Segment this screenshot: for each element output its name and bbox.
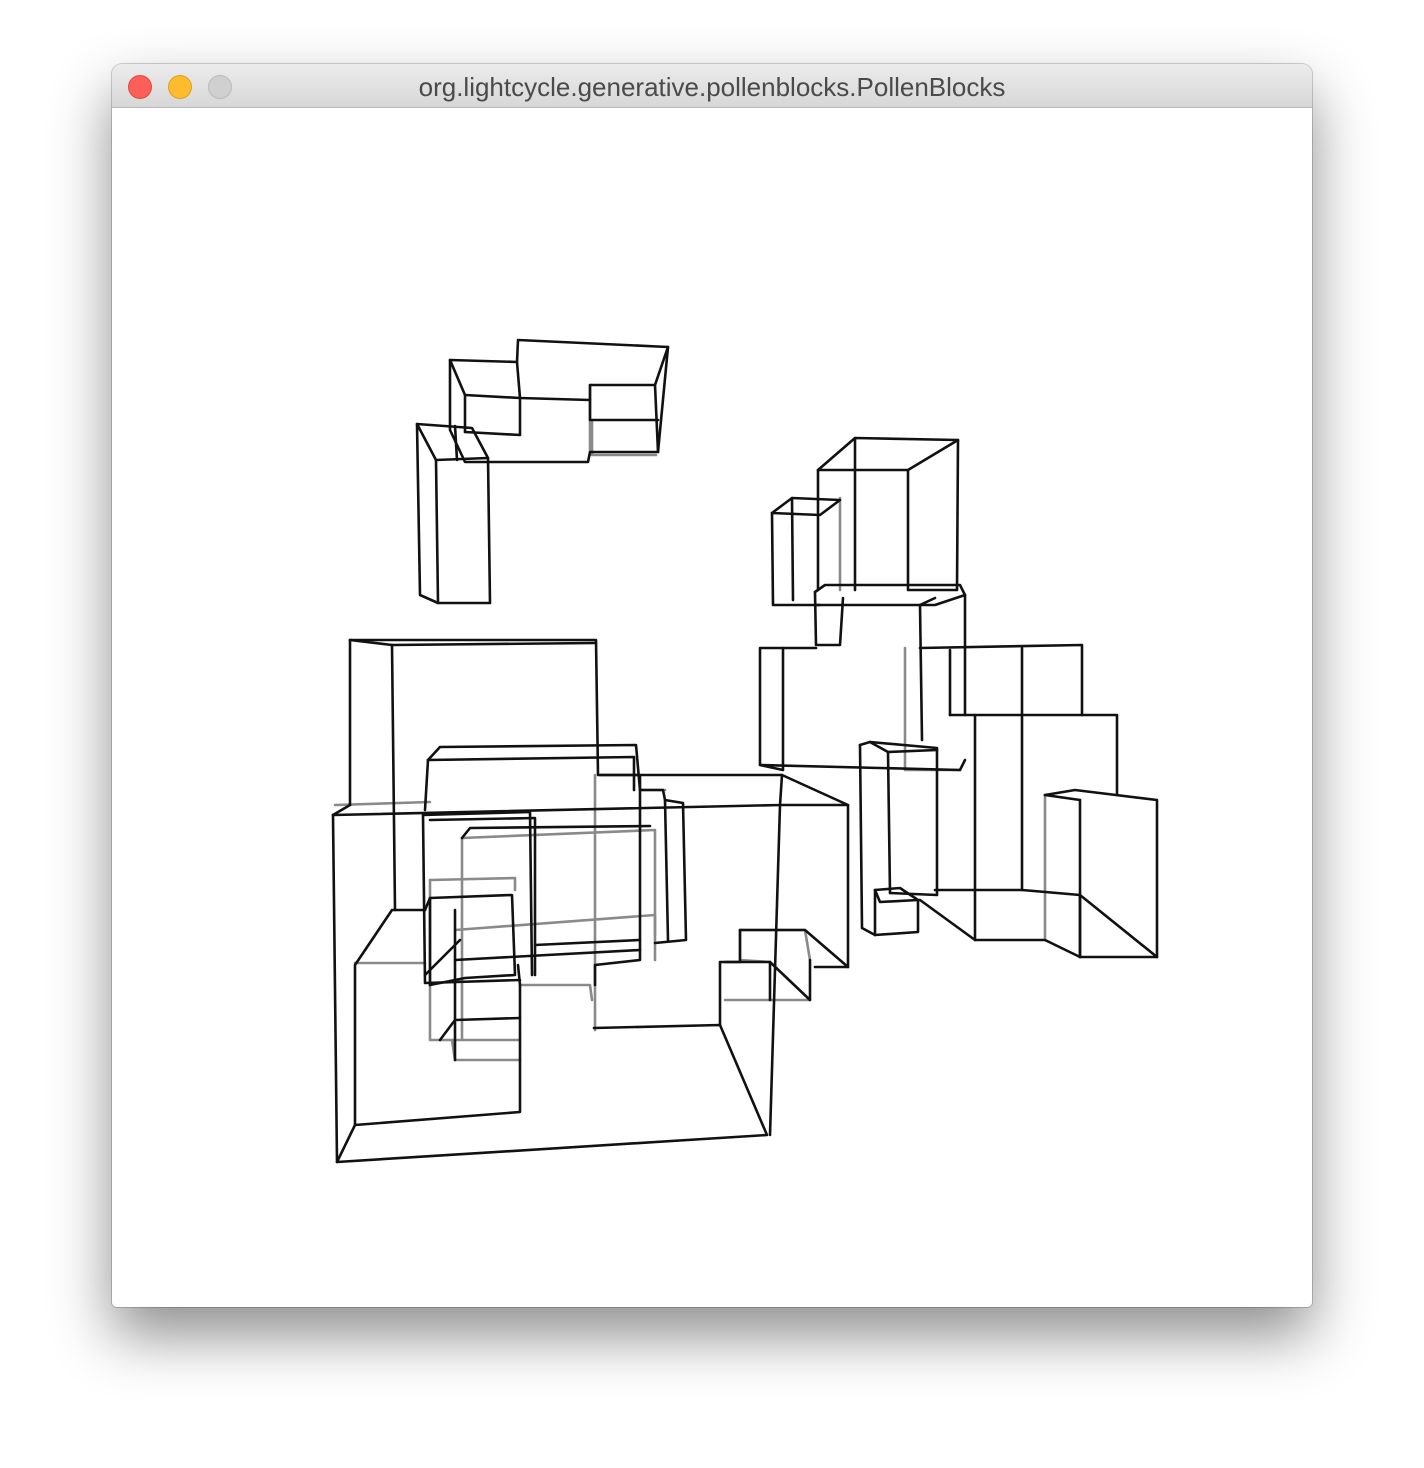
block-edge (918, 898, 977, 942)
block-edge (886, 748, 939, 754)
block-edge (718, 928, 742, 1027)
block-edge (415, 422, 492, 605)
block-edge (790, 496, 795, 602)
block-edge (886, 750, 892, 895)
block-edge (426, 755, 636, 792)
block-edge (390, 643, 397, 912)
block-edge (518, 983, 594, 1002)
block-edge (768, 958, 812, 1002)
block-edge (448, 338, 670, 464)
block-edge (453, 773, 642, 962)
block-edge (533, 938, 642, 947)
block-edge (758, 758, 967, 772)
wireframe-blocks (331, 338, 1159, 1164)
block-edge (434, 458, 440, 605)
block-edge (331, 813, 769, 1164)
block-edge (515, 345, 670, 402)
block-edge (588, 398, 660, 422)
block-edge (1043, 788, 1159, 959)
block-edge (1078, 893, 1159, 959)
block-edge (428, 876, 517, 892)
block-edge (1043, 793, 1082, 802)
block-edge (453, 913, 657, 937)
window-title: org.lightcycle.generative.pollenblocks.P… (418, 72, 1006, 102)
block-edge (770, 496, 842, 517)
block-edge (460, 836, 522, 1042)
block-edge (813, 583, 967, 607)
block-edge (453, 424, 459, 462)
block-edge (450, 1038, 522, 1062)
block-edge (723, 960, 772, 1002)
block-edge (738, 928, 772, 964)
block-edge (593, 948, 642, 987)
block-edge (758, 646, 785, 772)
block-edge (918, 643, 1084, 717)
block-edge (415, 422, 438, 462)
block-edge (918, 603, 924, 742)
block-edge (438, 1016, 522, 1042)
title-bar[interactable]: org.lightcycle.generative.pollenblocks.P… (112, 64, 1312, 108)
block-edge (590, 418, 658, 457)
block-edge (434, 456, 490, 462)
app-window: org.lightcycle.generative.pollenblocks.P… (112, 64, 1312, 1307)
block-edge (653, 383, 660, 454)
block-edge (873, 886, 920, 904)
block-edge (335, 963, 522, 1164)
block-edge (973, 713, 1082, 959)
block-edge (663, 798, 670, 942)
block-edge (906, 438, 960, 472)
render-canvas[interactable] (112, 108, 1312, 1307)
block-edge (331, 773, 784, 817)
block-edge (423, 893, 517, 987)
block-edge (858, 740, 939, 897)
block-edge (813, 590, 845, 647)
block-edge (770, 511, 822, 607)
block-edge (448, 358, 522, 437)
block-edge (353, 908, 427, 1127)
